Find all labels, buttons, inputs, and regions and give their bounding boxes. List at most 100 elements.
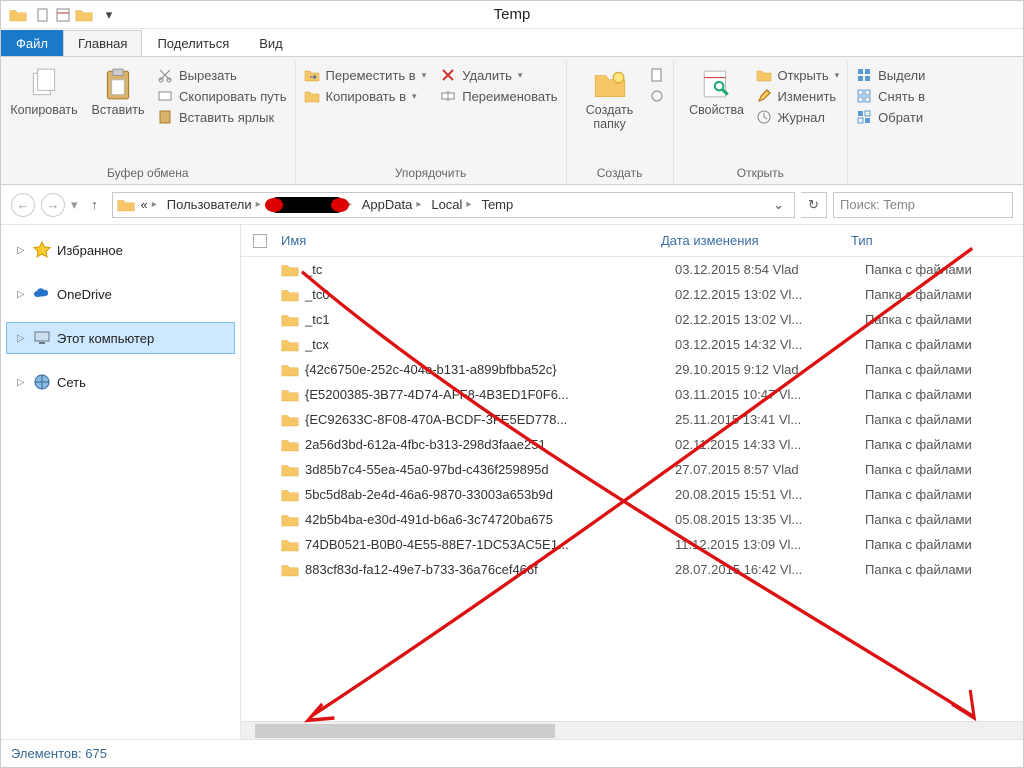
- cell-name: {42c6750e-252c-404e-b131-a899bfbba52c}: [305, 362, 675, 377]
- cell-type: Папка с файлами: [865, 387, 1023, 402]
- folder-icon: [281, 288, 299, 302]
- cell-name: 74DB0521-B0B0-4E55-88E7-1DC53AC5E1...: [305, 537, 675, 552]
- up-button[interactable]: ↑: [84, 194, 106, 216]
- cell-name: {E5200385-3B77-4D74-AFF8-4B3ED1F0F6...: [305, 387, 675, 402]
- cell-date: 03.12.2015 14:32 Vl...: [675, 337, 865, 352]
- qat-folder-icon[interactable]: [75, 8, 93, 22]
- qat-dropdown-icon[interactable]: ▾: [101, 7, 117, 23]
- cell-date: 11.12.2015 13:09 Vl...: [675, 537, 865, 552]
- tree-favorites[interactable]: ▷Избранное: [7, 235, 234, 265]
- cell-date: 29.10.2015 9:12 Vlad: [675, 362, 865, 377]
- tree-this-pc[interactable]: ▷Этот компьютер: [7, 323, 234, 353]
- tree-onedrive[interactable]: ▷OneDrive: [7, 279, 234, 309]
- table-row[interactable]: 74DB0521-B0B0-4E55-88E7-1DC53AC5E1...11.…: [241, 532, 1023, 557]
- cell-date: 02.12.2015 13:02 Vl...: [675, 287, 865, 302]
- column-name[interactable]: Имя: [281, 233, 661, 248]
- tree-network[interactable]: ▷Сеть: [7, 367, 234, 397]
- column-headers: Имя Дата изменения Тип: [241, 225, 1023, 257]
- folder-icon: [281, 463, 299, 477]
- history-button[interactable]: Журнал: [756, 109, 840, 125]
- scrollbar-thumb[interactable]: [255, 724, 555, 738]
- status-bar: Элементов: 675: [1, 739, 1023, 767]
- new-item-button[interactable]: [649, 67, 665, 83]
- group-clipboard: Копировать Вставить Вырезать Скопировать…: [1, 61, 296, 184]
- paste-shortcut-button[interactable]: Вставить ярлык: [157, 109, 287, 125]
- select-none-button[interactable]: Снять в: [856, 88, 925, 104]
- cell-type: Папка с файлами: [865, 512, 1023, 527]
- folder-icon: [281, 488, 299, 502]
- cell-date: 20.08.2015 15:51 Vl...: [675, 487, 865, 502]
- folder-icon: [281, 313, 299, 327]
- navigation-tree[interactable]: ▷Избранное ▷OneDrive ▷Этот компьютер ▷Се…: [1, 225, 241, 739]
- cell-name: _tc: [305, 262, 675, 277]
- tab-home[interactable]: Главная: [63, 30, 142, 56]
- invert-selection-button[interactable]: Обрати: [856, 109, 925, 125]
- folder-icon: [281, 538, 299, 552]
- cut-button[interactable]: Вырезать: [157, 67, 287, 83]
- folder-icon: [281, 563, 299, 577]
- ribbon: Копировать Вставить Вырезать Скопировать…: [1, 57, 1023, 185]
- copy-button[interactable]: Копировать: [9, 63, 79, 125]
- copy-path-button[interactable]: Скопировать путь: [157, 88, 287, 104]
- delete-button[interactable]: Удалить: [440, 67, 557, 83]
- column-type[interactable]: Тип: [851, 233, 1023, 248]
- copy-to-button[interactable]: Копировать в: [304, 88, 427, 104]
- window-title: Temp: [494, 6, 531, 23]
- table-row[interactable]: 3d85b7c4-55ea-45a0-97bd-c436f259895d27.0…: [241, 457, 1023, 482]
- table-row[interactable]: {EC92633C-8F08-470A-BCDF-3FE5ED778...25.…: [241, 407, 1023, 432]
- paste-button[interactable]: Вставить: [83, 63, 153, 125]
- back-button[interactable]: ←: [11, 193, 35, 217]
- address-bar[interactable]: «▸ Пользователи▸ ▸ AppData▸ Local▸ Temp …: [112, 192, 795, 218]
- tab-view[interactable]: Вид: [244, 30, 298, 56]
- folder-icon: [281, 338, 299, 352]
- table-row[interactable]: _tc03.12.2015 8:54 VladПапка с файлами: [241, 257, 1023, 282]
- cell-type: Папка с файлами: [865, 537, 1023, 552]
- ribbon-tabs: Файл Главная Поделиться Вид: [1, 29, 1023, 57]
- select-all-button[interactable]: Выдели: [856, 67, 925, 83]
- table-row[interactable]: 2a56d3bd-612a-4fbc-b313-298d3faae25102.1…: [241, 432, 1023, 457]
- cell-name: 5bc5d8ab-2e4d-46a6-9870-33003a653b9d: [305, 487, 675, 502]
- tab-share[interactable]: Поделиться: [142, 30, 244, 56]
- rename-button[interactable]: Переименовать: [440, 88, 557, 104]
- properties-button[interactable]: Свойства: [682, 63, 752, 125]
- breadcrumb-3[interactable]: Local▸: [427, 197, 475, 212]
- breadcrumb-root[interactable]: «▸: [137, 197, 161, 212]
- folder-icon: [281, 263, 299, 277]
- column-date[interactable]: Дата изменения: [661, 233, 851, 248]
- qat-new-icon[interactable]: [35, 7, 51, 23]
- cell-type: Папка с файлами: [865, 437, 1023, 452]
- cell-type: Папка с файлами: [865, 262, 1023, 277]
- table-row[interactable]: {E5200385-3B77-4D74-AFF8-4B3ED1F0F6...03…: [241, 382, 1023, 407]
- table-row[interactable]: _tc102.12.2015 13:02 Vl...Папка с файлам…: [241, 307, 1023, 332]
- address-dropdown-icon[interactable]: ⌄: [767, 197, 790, 213]
- search-input[interactable]: Поиск: Temp: [833, 192, 1013, 218]
- refresh-button[interactable]: ↻: [801, 192, 827, 218]
- file-rows[interactable]: _tc03.12.2015 8:54 VladПапка с файлами_t…: [241, 257, 1023, 721]
- table-row[interactable]: 42b5b4ba-e30d-491d-b6a6-3c74720ba67505.0…: [241, 507, 1023, 532]
- table-row[interactable]: {42c6750e-252c-404e-b131-a899bfbba52c}29…: [241, 357, 1023, 382]
- select-all-checkbox[interactable]: [253, 234, 267, 248]
- cell-type: Папка с файлами: [865, 287, 1023, 302]
- tab-file[interactable]: Файл: [1, 30, 63, 56]
- easy-access-button[interactable]: [649, 88, 665, 104]
- folder-icon: [281, 413, 299, 427]
- table-row[interactable]: _tc002.12.2015 13:02 Vl...Папка с файлам…: [241, 282, 1023, 307]
- address-folder-icon: [117, 198, 135, 212]
- table-row[interactable]: 5bc5d8ab-2e4d-46a6-9870-33003a653b9d20.0…: [241, 482, 1023, 507]
- qat-properties-icon[interactable]: [55, 7, 71, 23]
- breadcrumb-4[interactable]: Temp: [477, 197, 517, 212]
- table-row[interactable]: 883cf83d-fa12-49e7-b733-36a76cef466f28.0…: [241, 557, 1023, 582]
- move-to-button[interactable]: Переместить в: [304, 67, 427, 83]
- breadcrumb-2[interactable]: AppData▸: [358, 197, 426, 212]
- table-row[interactable]: _tcx03.12.2015 14:32 Vl...Папка с файлам…: [241, 332, 1023, 357]
- recent-dropdown-icon[interactable]: ▾: [71, 197, 78, 213]
- new-folder-button[interactable]: Создать папку: [575, 63, 645, 132]
- open-button[interactable]: Открыть: [756, 67, 840, 83]
- cell-type: Папка с файлами: [865, 412, 1023, 427]
- breadcrumb-0[interactable]: Пользователи▸: [163, 197, 265, 212]
- horizontal-scrollbar[interactable]: [241, 721, 1023, 739]
- forward-button[interactable]: →: [41, 193, 65, 217]
- breadcrumb-redacted[interactable]: ▸: [267, 197, 356, 213]
- edit-button[interactable]: Изменить: [756, 88, 840, 104]
- cell-date: 03.12.2015 8:54 Vlad: [675, 262, 865, 277]
